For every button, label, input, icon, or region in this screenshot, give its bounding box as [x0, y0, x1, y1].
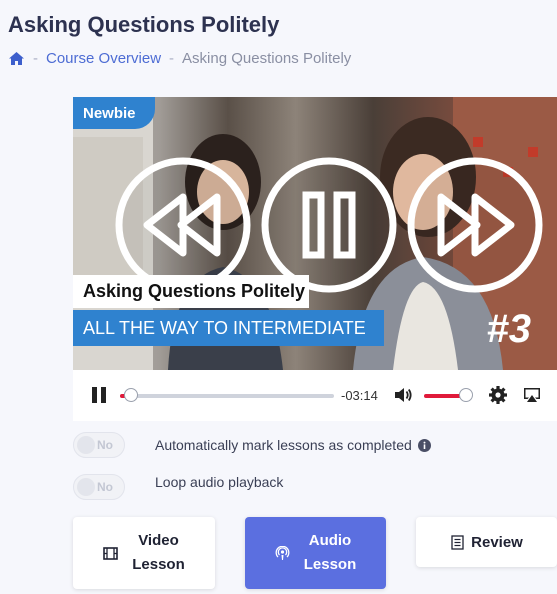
fast-forward-icon[interactable]: [405, 155, 545, 295]
toggle-knob: [77, 436, 95, 454]
toggle-knob: [77, 478, 95, 496]
loop-label-row: Loop audio playback: [155, 474, 283, 490]
review-label: Review: [471, 533, 523, 551]
audio-lesson-label-line1: Audio: [308, 532, 352, 549]
video-player: Newbie Asking Questions Politely ALL THE…: [73, 97, 557, 421]
level-badge: Newbie: [73, 97, 155, 129]
video-subcaption: ALL THE WAY TO INTERMEDIATE: [73, 310, 384, 346]
player-controls: -03:14: [73, 370, 557, 421]
settings-icon[interactable]: [488, 385, 508, 405]
audio-lesson-label-line2: Lesson: [303, 556, 357, 573]
progress-track[interactable]: [120, 394, 334, 398]
film-icon: [103, 546, 119, 560]
loop-label: Loop audio playback: [155, 474, 284, 490]
auto-mark-label: Automatically mark lessons as completed: [155, 437, 412, 453]
breadcrumb-current: Asking Questions Politely: [182, 49, 352, 67]
list-icon: [451, 534, 464, 550]
video-caption: Asking Questions Politely: [73, 275, 309, 308]
toggle-state: No: [97, 438, 113, 452]
auto-mark-toggle[interactable]: No: [73, 432, 125, 458]
breadcrumb-separator: -: [169, 49, 175, 67]
time-remaining: -03:14: [341, 388, 378, 403]
home-icon[interactable]: [8, 51, 25, 66]
audio-lesson-button[interactable]: Audio Lesson: [245, 517, 386, 589]
progress-thumb[interactable]: [123, 388, 138, 402]
video-lesson-label-line2: Lesson: [132, 556, 185, 573]
review-button[interactable]: Review: [416, 517, 557, 567]
podcast-icon: [275, 545, 290, 560]
breadcrumb-separator: -: [33, 49, 38, 67]
auto-mark-option: No Automatically mark lessons as complet…: [73, 432, 553, 458]
pause-icon[interactable]: [91, 386, 107, 404]
page-title: Asking Questions Politely: [8, 12, 280, 37]
breadcrumb-course-overview-link[interactable]: Course Overview: [46, 50, 161, 67]
rewind-icon[interactable]: [113, 155, 253, 295]
video-lesson-button[interactable]: Video Lesson: [73, 517, 215, 589]
breadcrumb: - Course Overview - Asking Questions Pol…: [8, 49, 351, 67]
video-frame[interactable]: Newbie Asking Questions Politely ALL THE…: [73, 97, 557, 370]
loop-toggle[interactable]: No: [73, 474, 125, 500]
volume-thumb[interactable]: [459, 388, 473, 402]
pause-icon[interactable]: [259, 155, 399, 295]
toggle-state: No: [97, 480, 113, 494]
airplay-icon[interactable]: [522, 385, 542, 405]
video-lesson-label-line1: Video: [138, 532, 179, 549]
info-icon[interactable]: [417, 438, 431, 452]
episode-number: #3: [486, 307, 532, 351]
volume-icon[interactable]: [393, 386, 413, 404]
auto-mark-label-row: Automatically mark lessons as completed: [155, 437, 431, 453]
loop-option: No Loop audio playback: [73, 474, 553, 500]
